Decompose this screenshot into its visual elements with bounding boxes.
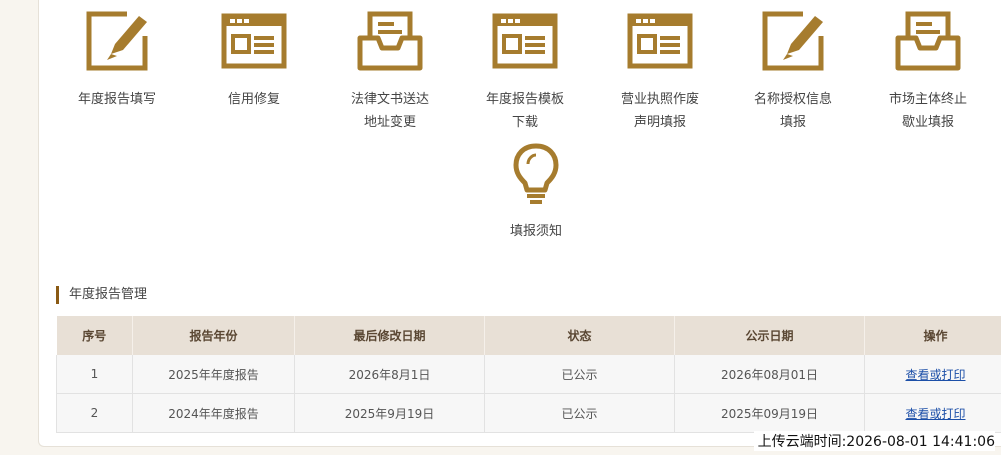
tile-legal-doc-address[interactable]: 法律文书送达 地址变更: [328, 8, 452, 134]
cell-index: 2: [56, 393, 133, 433]
tile-label-line1: 年度报告填写: [77, 92, 156, 107]
cell-publish-date: 2025年09月19日: [674, 393, 865, 433]
tile-annual-report-fill[interactable]: 年度报告填写: [55, 8, 179, 111]
view-print-link[interactable]: 查看或打印: [905, 368, 965, 382]
tile-label-line2: 声明填报: [633, 115, 686, 130]
cell-status: 已公示: [484, 355, 675, 394]
tile-label-line1: 年度报告模板: [485, 92, 564, 107]
tile-label-line2: 下载: [511, 115, 538, 130]
section-title: 年度报告管理: [56, 286, 147, 304]
tile-label-line1: 法律文书送达: [350, 92, 429, 107]
col-header-publish-date: 公示日期: [674, 316, 865, 355]
edit-form-icon: [86, 11, 148, 71]
tile-label-line2: 地址变更: [363, 115, 416, 130]
web-form-icon: [627, 13, 693, 69]
col-header-index: 序号: [56, 316, 133, 355]
cell-status: 已公示: [484, 393, 675, 433]
tile-label-line1: 填报须知: [509, 224, 562, 239]
cell-action: 查看或打印: [864, 355, 1001, 394]
table-row: 1 2025年年度报告 2026年8月1日 已公示 2026年08月01日 查看…: [56, 355, 1001, 394]
tile-label-line2: 歇业填报: [901, 115, 954, 130]
col-header-year: 报告年份: [132, 316, 295, 355]
tile-market-entity-termination[interactable]: 市场主体终止 歇业填报: [866, 8, 990, 134]
tile-filing-notice[interactable]: 填报须知: [474, 142, 598, 243]
col-header-action: 操作: [864, 316, 1001, 355]
web-form-icon: [221, 13, 287, 69]
cell-index: 1: [56, 355, 133, 394]
col-header-modified: 最后修改日期: [294, 316, 485, 355]
inbox-tray-icon: [895, 11, 961, 71]
upload-timestamp: 上传云端时间:2026-08-01 14:41:06: [753, 431, 995, 451]
cell-publish-date: 2026年08月01日: [674, 355, 865, 394]
view-print-link[interactable]: 查看或打印: [905, 407, 965, 421]
tile-annual-report-template[interactable]: 年度报告模板 下载: [463, 8, 587, 134]
cell-modified: 2025年9月19日: [294, 393, 485, 433]
tile-label-line1: 信用修复: [227, 92, 280, 107]
lightbulb-icon: [513, 143, 559, 204]
tile-label-line1: 营业执照作废: [620, 92, 699, 107]
tile-label-line1: 市场主体终止: [888, 92, 967, 107]
annual-report-table: 序号 报告年份 最后修改日期 状态 公示日期 操作 1 2025年年度报告 20…: [56, 316, 1001, 433]
tile-label-line2: 填报: [779, 115, 806, 130]
table-header-row: 序号 报告年份 最后修改日期 状态 公示日期 操作: [56, 316, 1001, 355]
cell-modified: 2026年8月1日: [294, 355, 485, 394]
cell-year: 2025年年度报告: [132, 355, 295, 394]
web-form-icon: [492, 13, 558, 69]
tile-license-void-declaration[interactable]: 营业执照作废 声明填报: [598, 8, 722, 134]
edit-form-icon: [762, 11, 824, 71]
cell-year: 2024年年度报告: [132, 393, 295, 433]
tile-label-line1: 名称授权信息: [753, 92, 832, 107]
cell-action: 查看或打印: [864, 393, 1001, 433]
inbox-tray-icon: [357, 11, 423, 71]
table-row: 2 2024年年度报告 2025年9月19日 已公示 2025年09月19日 查…: [56, 393, 1001, 433]
tile-name-authorization[interactable]: 名称授权信息 填报: [731, 8, 855, 134]
tile-credit-repair[interactable]: 信用修复: [192, 8, 316, 111]
col-header-status: 状态: [484, 316, 675, 355]
